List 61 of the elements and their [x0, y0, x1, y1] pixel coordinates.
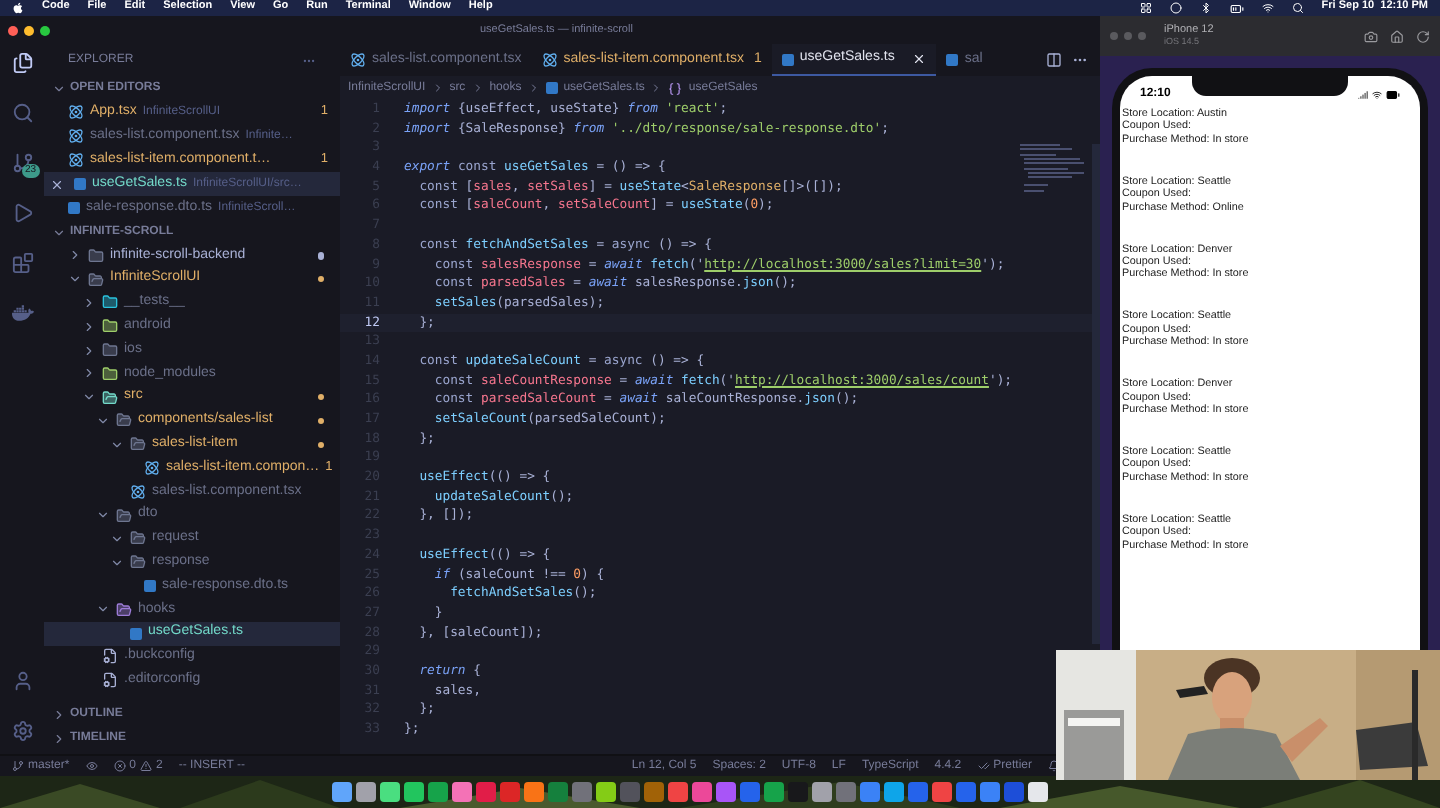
- atom-icon: [68, 152, 84, 168]
- apple-icon[interactable]: [12, 2, 24, 14]
- file-icon: [545, 82, 558, 94]
- signal-icon: [1358, 89, 1368, 99]
- folder-icon: [88, 271, 104, 288]
- branch-icon: [12, 760, 24, 772]
- account-icon[interactable]: [11, 670, 33, 692]
- atom-icon: [350, 52, 366, 68]
- file-icon: [946, 54, 959, 66]
- chevron-right-icon: [431, 82, 444, 94]
- circle-icon[interactable]: [1169, 2, 1182, 14]
- folder-icon: [130, 554, 146, 571]
- folder-icon: [102, 365, 118, 382]
- check-icon: [977, 760, 990, 772]
- file-gear-icon: [102, 648, 118, 665]
- folder-icon: [102, 318, 118, 335]
- whale-icon[interactable]: [11, 302, 33, 324]
- folder-icon: [116, 601, 132, 618]
- grid-icon[interactable]: [1139, 2, 1152, 14]
- folder-icon: [102, 389, 118, 406]
- rotate-icon[interactable]: [1416, 29, 1430, 43]
- camera-icon[interactable]: [1364, 29, 1378, 43]
- minimap-drawing: [1020, 144, 1084, 192]
- folder-icon: [116, 412, 132, 429]
- folder-icon: [88, 247, 104, 264]
- chevron-right-icon: [650, 82, 663, 94]
- folder-icon: [130, 436, 146, 453]
- folder-icon: [130, 530, 146, 547]
- home-icon[interactable]: [1390, 29, 1404, 43]
- eye-icon[interactable]: [85, 760, 98, 772]
- atom-icon: [68, 128, 84, 144]
- split-editor-icon[interactable]: [1046, 52, 1062, 68]
- scrollbar[interactable]: [1092, 144, 1100, 644]
- battery-icon[interactable]: [1229, 1, 1244, 15]
- folder-icon: [116, 507, 132, 524]
- close-icon[interactable]: [50, 177, 64, 191]
- settings-icon[interactable]: [11, 720, 33, 742]
- chevron-down-icon: [52, 81, 66, 95]
- error-icon: [113, 760, 126, 772]
- file-icon: [144, 580, 156, 593]
- atom-icon: [541, 52, 558, 68]
- file-icon: [130, 627, 142, 640]
- chevron-right-icon: [471, 82, 484, 94]
- warning-icon: [140, 760, 153, 772]
- chevron-down-icon: [52, 225, 66, 239]
- bluetooth-icon[interactable]: [1199, 2, 1212, 14]
- battery-icon: [1386, 87, 1400, 101]
- chevron-right-icon: [527, 82, 540, 94]
- files-icon[interactable]: [11, 52, 33, 74]
- folder-icon: [102, 342, 118, 359]
- wifi-icon: [1372, 89, 1382, 99]
- run-debug-icon[interactable]: [11, 202, 33, 224]
- wifi-icon[interactable]: [1261, 2, 1274, 14]
- atom-icon: [130, 483, 146, 500]
- file-gear-icon: [102, 672, 118, 689]
- atom-icon: [144, 460, 160, 477]
- extensions-icon[interactable]: [11, 252, 33, 274]
- atom-icon: [68, 104, 84, 120]
- file-icon: [781, 53, 794, 65]
- braces-icon: [668, 81, 683, 95]
- folder-icon: [102, 294, 118, 311]
